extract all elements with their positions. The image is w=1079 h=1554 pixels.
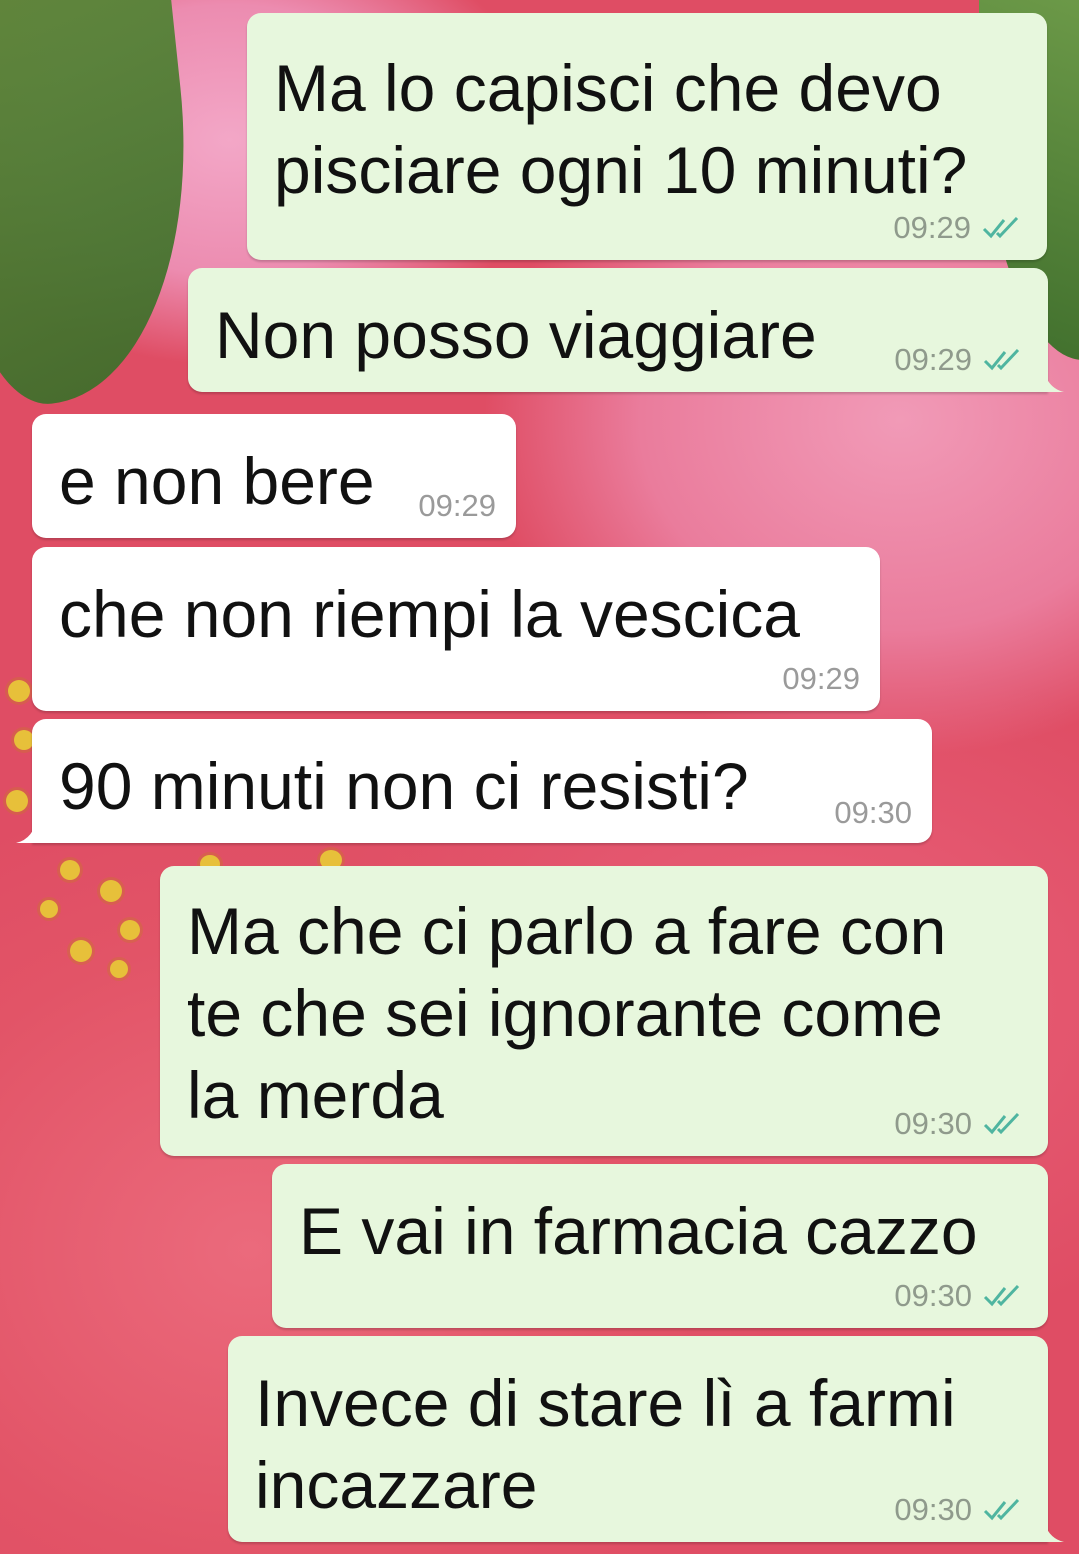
- message-text: E vai in farmacia cazzo: [299, 1194, 978, 1268]
- outgoing-message[interactable]: Non posso viaggiare 09:29: [188, 268, 1064, 392]
- incoming-message[interactable]: e non bere 09:29: [32, 414, 516, 538]
- outgoing-message[interactable]: Ma lo capisci che devo pisciare ogni 10 …: [247, 13, 1047, 260]
- incoming-message[interactable]: 90 minuti non ci resisti? 09:30: [16, 719, 932, 843]
- bubble-tail: [1042, 364, 1064, 392]
- read-double-check-icon: [983, 1284, 1020, 1307]
- outgoing-message[interactable]: Invece di stare lì a farmi incazzare 09:…: [228, 1336, 1064, 1542]
- message-text: 90 minuti non ci resisti?: [59, 749, 749, 823]
- message-time: 09:30: [894, 1278, 972, 1313]
- read-double-check-icon: [982, 216, 1019, 239]
- read-double-check-icon: [983, 1498, 1020, 1521]
- message-time: 09:30: [894, 1106, 972, 1141]
- outgoing-message[interactable]: Ma che ci parlo a fare con te che sei ig…: [160, 866, 1048, 1156]
- message-text: che non riempi la vescica: [59, 577, 801, 651]
- bubble-tail: [16, 815, 38, 843]
- message-text: Ma che ci parlo a fare con te che sei ig…: [187, 894, 947, 1132]
- outgoing-message[interactable]: E vai in farmacia cazzo 09:30: [272, 1164, 1048, 1328]
- bubble-tail: [1042, 1514, 1064, 1542]
- message-text: Ma lo capisci che devo pisciare ogni 10 …: [274, 51, 968, 207]
- read-double-check-icon: [983, 348, 1020, 371]
- message-text: Invece di stare lì a farmi incazzare: [255, 1366, 956, 1522]
- message-time: 09:29: [893, 210, 971, 245]
- message-text: e non bere: [59, 444, 375, 518]
- message-time: 09:29: [894, 342, 972, 377]
- message-time: 09:29: [418, 488, 496, 523]
- message-text: Non posso viaggiare: [215, 298, 817, 372]
- incoming-message[interactable]: che non riempi la vescica 09:29: [32, 547, 880, 711]
- message-time: 09:30: [834, 795, 912, 830]
- read-double-check-icon: [983, 1112, 1020, 1135]
- message-time: 09:30: [894, 1492, 972, 1527]
- message-time: 09:29: [782, 661, 860, 696]
